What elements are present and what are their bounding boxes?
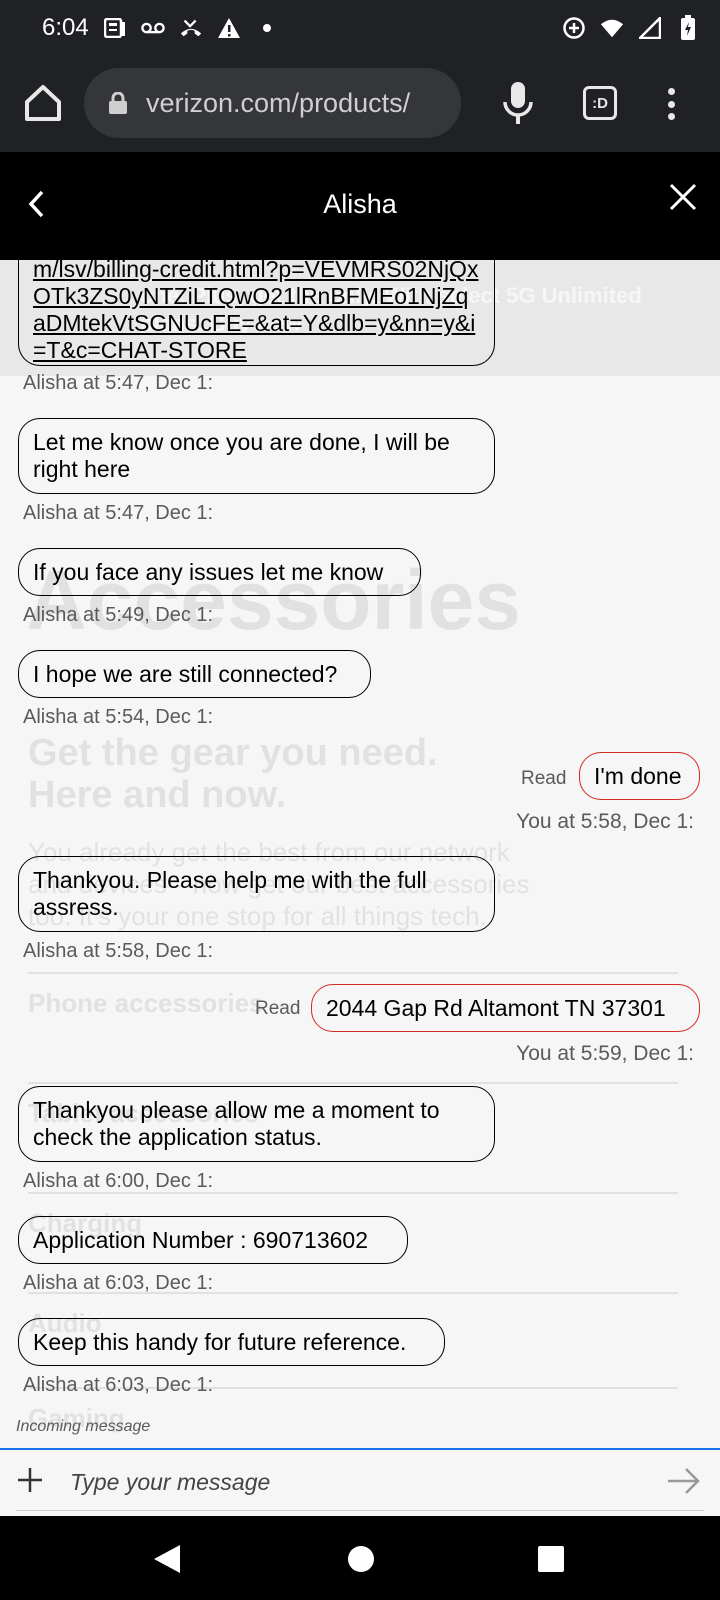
- tab-switcher-button[interactable]: :D: [583, 86, 617, 120]
- agent-message: Application Number : 690713602: [18, 1216, 408, 1264]
- data-saver-icon: [562, 16, 586, 40]
- agent-message: Thankyou please allow me a moment to che…: [18, 1086, 495, 1162]
- chat-transcript[interactable]: m/lsv/billing-credit.html?p=VEVMRS02NjQx…: [0, 260, 720, 1448]
- message-input[interactable]: [70, 1462, 630, 1502]
- lock-icon: [109, 92, 127, 114]
- agent-message: Keep this handy for future reference.: [18, 1318, 445, 1366]
- plus-icon: [18, 1468, 42, 1492]
- chat-close-button[interactable]: [668, 182, 698, 212]
- agent-message: Let me know once you are done, I will be…: [18, 418, 495, 494]
- message-meta: Alisha at 6:03, Dec 1:: [23, 1272, 214, 1294]
- voicemail-icon: [140, 16, 165, 40]
- overflow-menu-button[interactable]: [658, 84, 684, 124]
- message-composer: [0, 1448, 720, 1516]
- wifi-icon: [600, 16, 624, 40]
- news-icon: [103, 16, 127, 40]
- dot-icon: [255, 16, 279, 40]
- agent-message: Thankyou. Please help me with the full a…: [18, 856, 495, 932]
- signal-icon: [638, 16, 662, 40]
- message-meta: You at 5:58, Dec 1:: [516, 810, 694, 833]
- url-text: verizon.com/products/: [146, 87, 411, 118]
- user-message: I'm done: [579, 752, 700, 800]
- message-meta: You at 5:59, Dec 1:: [516, 1042, 694, 1065]
- read-receipt: Read: [255, 998, 301, 1019]
- attach-button[interactable]: [16, 1466, 44, 1494]
- address-bar[interactable]: verizon.com/products/: [84, 68, 461, 138]
- microphone-icon: [503, 82, 533, 124]
- message-meta: Alisha at 5:49, Dec 1:: [23, 604, 214, 626]
- system-icons: [562, 15, 700, 40]
- chat-header: Alisha: [0, 152, 720, 260]
- notification-icons: [103, 16, 279, 40]
- incoming-message-label: Incoming message: [16, 1418, 151, 1435]
- battery-icon: [676, 15, 700, 40]
- alert-icon: [217, 16, 241, 40]
- nav-recents-button[interactable]: [538, 1546, 564, 1572]
- agent-message: I hope we are still connected?: [18, 650, 371, 698]
- agent-message: If you face any issues let me know: [18, 548, 421, 596]
- browser-toolbar: verizon.com/products/ :D: [0, 56, 720, 152]
- nav-back-button[interactable]: [150, 1542, 184, 1576]
- input-underline: [16, 1510, 704, 1511]
- user-message: 2044 Gap Rd Altamont TN 37301: [311, 984, 700, 1032]
- send-button[interactable]: [666, 1466, 702, 1496]
- arrow-right-icon: [668, 1468, 700, 1494]
- message-meta: Alisha at 5:58, Dec 1:: [23, 940, 214, 962]
- nav-home-button[interactable]: [348, 1546, 374, 1572]
- status-time: 6:04: [42, 14, 89, 41]
- menu-dot-icon: [667, 113, 675, 120]
- read-receipt: Read: [521, 768, 567, 789]
- message-meta: Alisha at 5:47, Dec 1:: [23, 372, 214, 394]
- close-icon: [669, 183, 697, 211]
- menu-dot-icon: [667, 100, 675, 108]
- message-meta: Alisha at 5:47, Dec 1:: [23, 502, 214, 524]
- back-triangle-icon: [154, 1545, 180, 1573]
- status-bar: 6:04: [0, 0, 720, 56]
- voice-search-button[interactable]: [500, 80, 536, 128]
- message-meta: Alisha at 6:00, Dec 1:: [23, 1170, 214, 1192]
- missed-call-icon: [179, 16, 203, 40]
- message-meta: Alisha at 6:03, Dec 1:: [23, 1374, 214, 1396]
- menu-dot-icon: [667, 88, 675, 95]
- home-icon: [25, 85, 61, 121]
- billing-credit-link[interactable]: m/lsv/billing-credit.html?p=VEVMRS02NjQx…: [33, 260, 478, 363]
- android-nav-bar: [0, 1516, 720, 1600]
- chat-agent-name: Alisha: [323, 189, 397, 219]
- home-button[interactable]: [22, 82, 64, 124]
- agent-message-link[interactable]: m/lsv/billing-credit.html?p=VEVMRS02NjQx…: [18, 260, 495, 366]
- message-meta: Alisha at 5:54, Dec 1:: [23, 706, 214, 728]
